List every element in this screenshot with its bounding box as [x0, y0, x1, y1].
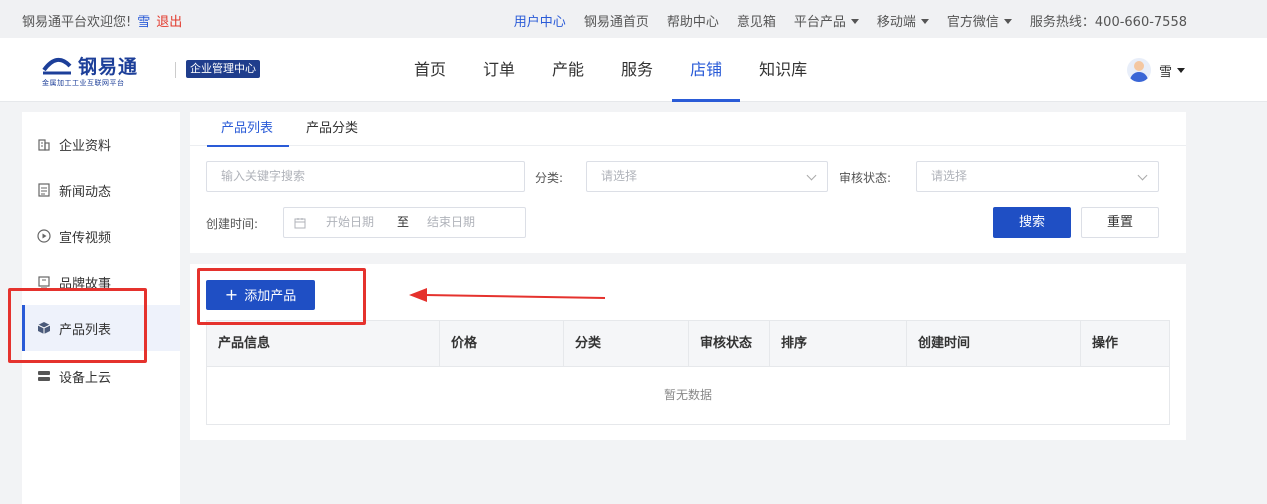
nav-orders[interactable]: 订单 — [483, 38, 515, 102]
calendar-icon — [294, 218, 306, 229]
empty-state: 暂无数据 — [663, 388, 712, 402]
wechat-dropdown[interactable]: 官方微信 — [947, 11, 1012, 30]
category-select[interactable]: 请选择 — [586, 161, 828, 192]
welcome-area: 钢易通平台欢迎您! 雪退出 — [22, 11, 182, 30]
help-center-link[interactable]: 帮助中心 — [667, 11, 719, 30]
sidebar-item-label: 企业资料 — [59, 138, 112, 154]
book-icon — [38, 276, 50, 289]
server-icon — [38, 371, 50, 381]
account-menu[interactable]: 雪 — [1126, 58, 1185, 82]
user-center-link[interactable]: 用户中心 — [514, 11, 566, 30]
document-icon — [38, 183, 50, 197]
search-input[interactable]: 输入关键字搜索 — [206, 161, 525, 192]
main-header: 钢易通 金属加工工业互联网平台 企业管理中心 首页 订单 产能 服务 店铺 知识… — [0, 38, 1267, 102]
created-time-label: 创建时间: — [206, 217, 259, 231]
sidebar-item-label: 宣传视频 — [59, 230, 112, 246]
end-date-placeholder: 结束日期 — [427, 215, 476, 229]
nav-knowledge[interactable]: 知识库 — [759, 38, 807, 102]
date-range-picker[interactable]: 开始日期 至 结束日期 — [283, 207, 526, 238]
enterprise-center-badge: 企业管理中心 — [186, 60, 260, 78]
mobile-dropdown[interactable]: 移动端 — [877, 11, 929, 30]
status-label: 审核状态: — [839, 171, 892, 185]
chevron-down-icon — [806, 170, 817, 181]
feedback-link[interactable]: 意见箱 — [737, 11, 776, 30]
table-header: 产品信息 价格 分类 审核状态 排序 创建时间 操作 — [207, 321, 1169, 367]
reset-button[interactable]: 重置 — [1081, 207, 1159, 238]
product-table: 产品信息 价格 分类 审核状态 排序 创建时间 操作 暂无数据 — [206, 320, 1170, 425]
welcome-text: 钢易通平台欢迎您! — [22, 15, 132, 30]
logo-subtitle: 金属加工工业互联网平台 — [42, 79, 125, 87]
logout-link[interactable]: 退出 — [156, 15, 182, 30]
nav-store[interactable]: 店铺 — [672, 38, 741, 102]
chevron-down-icon — [1137, 170, 1148, 181]
nav-capacity[interactable]: 产能 — [552, 38, 584, 102]
status-placeholder: 请选择 — [931, 169, 968, 183]
sidebar-item-company-info[interactable]: 企业资料 — [22, 121, 180, 167]
column-product-info: 产品信息 — [218, 336, 271, 351]
chevron-down-icon — [1003, 19, 1012, 24]
tab-product-category[interactable]: 产品分类 — [306, 112, 358, 146]
username-link[interactable]: 雪 — [137, 15, 150, 30]
column-price: 价格 — [439, 321, 563, 367]
arrow-icon — [409, 288, 606, 302]
sidebar-highlight-box — [8, 288, 147, 363]
sidebar-item-news[interactable]: 新闻动态 — [22, 167, 180, 213]
add-button-highlight-box — [197, 268, 366, 325]
service-hotline: 服务热线：400-660-7558 — [1029, 15, 1187, 30]
main-nav: 首页 订单 产能 服务 店铺 知识库 — [414, 38, 844, 102]
column-category: 分类 — [563, 321, 688, 367]
sidebar-item-videos[interactable]: 宣传视频 — [22, 213, 180, 259]
chevron-down-icon — [1177, 67, 1185, 73]
sidebar-item-label: 设备上云 — [59, 370, 112, 386]
start-date-placeholder: 开始日期 — [326, 215, 375, 229]
building-icon — [38, 139, 50, 151]
sidebar-item-label: 新闻动态 — [59, 184, 112, 200]
header-divider — [175, 62, 176, 78]
chevron-down-icon — [850, 19, 859, 24]
account-name: 雪 — [1158, 64, 1172, 80]
column-review-status: 审核状态 — [688, 321, 769, 367]
platform-products-dropdown[interactable]: 平台产品 — [794, 11, 859, 30]
logo[interactable]: 钢易通 金属加工工业互联网平台 — [42, 52, 152, 88]
status-select[interactable]: 请选择 — [916, 161, 1159, 192]
top-bar: 钢易通平台欢迎您! 雪退出 用户中心 钢易通首页 帮助中心 意见箱 平台产品 移动… — [0, 0, 1267, 38]
column-actions: 操作 — [1080, 321, 1169, 367]
column-created-time: 创建时间 — [906, 321, 1080, 367]
column-sort: 排序 — [769, 321, 906, 367]
category-placeholder: 请选择 — [601, 169, 638, 183]
range-separator: 至 — [397, 215, 410, 229]
search-button[interactable]: 搜索 — [993, 207, 1071, 238]
logo-mark-icon — [42, 58, 72, 75]
logo-name: 钢易通 — [78, 56, 139, 78]
avatar — [1126, 58, 1151, 82]
filter-panel: 产品列表 产品分类 输入关键字搜索 分类: 请选择 审核状态: 请选择 创建时间… — [190, 112, 1186, 253]
home-link[interactable]: 钢易通首页 — [584, 11, 649, 30]
chevron-down-icon — [920, 19, 929, 24]
category-label: 分类: — [535, 171, 564, 185]
nav-home[interactable]: 首页 — [414, 38, 446, 102]
play-icon — [37, 229, 51, 243]
tab-bar: 产品列表 产品分类 — [190, 112, 1186, 147]
nav-services[interactable]: 服务 — [621, 38, 653, 102]
tab-product-list[interactable]: 产品列表 — [206, 112, 290, 147]
top-links: 用户中心 钢易通首页 帮助中心 意见箱 平台产品 移动端 官方微信 服务热线：4… — [496, 11, 1187, 30]
